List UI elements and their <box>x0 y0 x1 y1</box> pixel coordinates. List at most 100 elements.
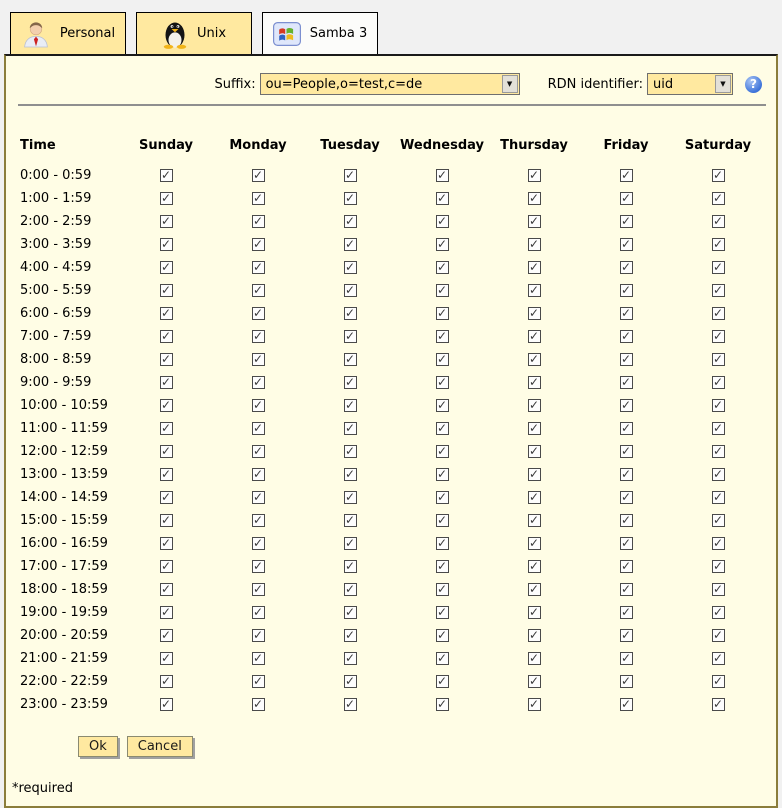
checkbox-thursday-8[interactable] <box>528 353 541 366</box>
checkbox-monday-1[interactable] <box>252 192 265 205</box>
checkbox-tuesday-14[interactable] <box>344 491 357 504</box>
checkbox-sunday-9[interactable] <box>160 376 173 389</box>
checkbox-friday-8[interactable] <box>620 353 633 366</box>
tab-unix[interactable]: Unix <box>136 12 252 54</box>
checkbox-saturday-5[interactable] <box>712 284 725 297</box>
checkbox-monday-16[interactable] <box>252 537 265 550</box>
checkbox-wednesday-22[interactable] <box>436 675 449 688</box>
checkbox-saturday-13[interactable] <box>712 468 725 481</box>
checkbox-monday-7[interactable] <box>252 330 265 343</box>
tab-personal[interactable]: Personal <box>10 12 126 54</box>
checkbox-thursday-4[interactable] <box>528 261 541 274</box>
checkbox-sunday-13[interactable] <box>160 468 173 481</box>
checkbox-thursday-14[interactable] <box>528 491 541 504</box>
checkbox-saturday-23[interactable] <box>712 698 725 711</box>
checkbox-saturday-1[interactable] <box>712 192 725 205</box>
checkbox-friday-21[interactable] <box>620 652 633 665</box>
checkbox-tuesday-12[interactable] <box>344 445 357 458</box>
checkbox-tuesday-21[interactable] <box>344 652 357 665</box>
cancel-button[interactable]: Cancel <box>127 736 193 757</box>
checkbox-wednesday-1[interactable] <box>436 192 449 205</box>
checkbox-sunday-20[interactable] <box>160 629 173 642</box>
checkbox-saturday-21[interactable] <box>712 652 725 665</box>
checkbox-sunday-16[interactable] <box>160 537 173 550</box>
checkbox-tuesday-23[interactable] <box>344 698 357 711</box>
help-icon[interactable]: ? <box>745 76 762 93</box>
checkbox-monday-23[interactable] <box>252 698 265 711</box>
checkbox-monday-22[interactable] <box>252 675 265 688</box>
checkbox-thursday-9[interactable] <box>528 376 541 389</box>
checkbox-wednesday-18[interactable] <box>436 583 449 596</box>
checkbox-tuesday-9[interactable] <box>344 376 357 389</box>
checkbox-wednesday-19[interactable] <box>436 606 449 619</box>
checkbox-sunday-22[interactable] <box>160 675 173 688</box>
checkbox-wednesday-15[interactable] <box>436 514 449 527</box>
chevron-down-icon[interactable]: ▼ <box>502 75 518 93</box>
checkbox-sunday-0[interactable] <box>160 169 173 182</box>
checkbox-saturday-16[interactable] <box>712 537 725 550</box>
checkbox-tuesday-1[interactable] <box>344 192 357 205</box>
checkbox-thursday-18[interactable] <box>528 583 541 596</box>
checkbox-saturday-4[interactable] <box>712 261 725 274</box>
checkbox-tuesday-20[interactable] <box>344 629 357 642</box>
checkbox-sunday-14[interactable] <box>160 491 173 504</box>
checkbox-thursday-0[interactable] <box>528 169 541 182</box>
checkbox-wednesday-13[interactable] <box>436 468 449 481</box>
checkbox-wednesday-0[interactable] <box>436 169 449 182</box>
checkbox-friday-17[interactable] <box>620 560 633 573</box>
checkbox-friday-0[interactable] <box>620 169 633 182</box>
checkbox-friday-6[interactable] <box>620 307 633 320</box>
checkbox-monday-3[interactable] <box>252 238 265 251</box>
checkbox-sunday-11[interactable] <box>160 422 173 435</box>
checkbox-wednesday-2[interactable] <box>436 215 449 228</box>
checkbox-saturday-17[interactable] <box>712 560 725 573</box>
checkbox-thursday-2[interactable] <box>528 215 541 228</box>
checkbox-friday-1[interactable] <box>620 192 633 205</box>
checkbox-sunday-6[interactable] <box>160 307 173 320</box>
checkbox-friday-23[interactable] <box>620 698 633 711</box>
checkbox-monday-20[interactable] <box>252 629 265 642</box>
checkbox-thursday-5[interactable] <box>528 284 541 297</box>
checkbox-tuesday-5[interactable] <box>344 284 357 297</box>
checkbox-friday-10[interactable] <box>620 399 633 412</box>
checkbox-saturday-15[interactable] <box>712 514 725 527</box>
checkbox-sunday-18[interactable] <box>160 583 173 596</box>
checkbox-tuesday-15[interactable] <box>344 514 357 527</box>
checkbox-saturday-20[interactable] <box>712 629 725 642</box>
checkbox-friday-22[interactable] <box>620 675 633 688</box>
checkbox-monday-4[interactable] <box>252 261 265 274</box>
checkbox-wednesday-4[interactable] <box>436 261 449 274</box>
checkbox-monday-10[interactable] <box>252 399 265 412</box>
checkbox-tuesday-18[interactable] <box>344 583 357 596</box>
checkbox-sunday-5[interactable] <box>160 284 173 297</box>
checkbox-sunday-19[interactable] <box>160 606 173 619</box>
checkbox-monday-2[interactable] <box>252 215 265 228</box>
checkbox-sunday-7[interactable] <box>160 330 173 343</box>
rdn-identifier-select[interactable]: uid ▼ <box>647 73 733 95</box>
checkbox-thursday-11[interactable] <box>528 422 541 435</box>
checkbox-friday-11[interactable] <box>620 422 633 435</box>
checkbox-tuesday-0[interactable] <box>344 169 357 182</box>
checkbox-monday-19[interactable] <box>252 606 265 619</box>
checkbox-tuesday-3[interactable] <box>344 238 357 251</box>
checkbox-wednesday-10[interactable] <box>436 399 449 412</box>
checkbox-sunday-23[interactable] <box>160 698 173 711</box>
checkbox-tuesday-19[interactable] <box>344 606 357 619</box>
checkbox-wednesday-20[interactable] <box>436 629 449 642</box>
checkbox-friday-9[interactable] <box>620 376 633 389</box>
checkbox-wednesday-3[interactable] <box>436 238 449 251</box>
checkbox-friday-12[interactable] <box>620 445 633 458</box>
checkbox-thursday-21[interactable] <box>528 652 541 665</box>
checkbox-sunday-21[interactable] <box>160 652 173 665</box>
checkbox-sunday-1[interactable] <box>160 192 173 205</box>
checkbox-wednesday-6[interactable] <box>436 307 449 320</box>
checkbox-saturday-0[interactable] <box>712 169 725 182</box>
checkbox-monday-11[interactable] <box>252 422 265 435</box>
checkbox-thursday-12[interactable] <box>528 445 541 458</box>
checkbox-friday-4[interactable] <box>620 261 633 274</box>
checkbox-thursday-19[interactable] <box>528 606 541 619</box>
checkbox-tuesday-13[interactable] <box>344 468 357 481</box>
checkbox-thursday-20[interactable] <box>528 629 541 642</box>
chevron-down-icon[interactable]: ▼ <box>715 75 731 93</box>
checkbox-thursday-13[interactable] <box>528 468 541 481</box>
